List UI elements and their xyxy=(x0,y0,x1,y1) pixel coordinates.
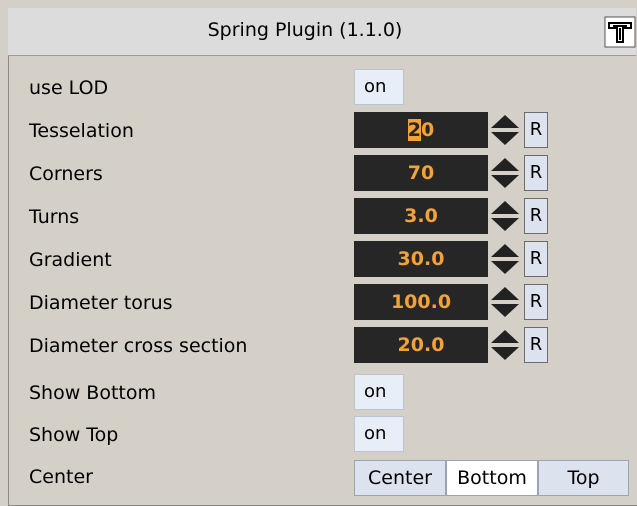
center-label: Center xyxy=(29,466,93,488)
center-option-top[interactable]: Top xyxy=(538,460,629,496)
diameter-cross-section-reset-button[interactable]: R xyxy=(524,327,548,363)
diameter-cross-section-spinner-arrows-icon[interactable] xyxy=(489,327,522,363)
turns-spinner-arrows-icon[interactable] xyxy=(489,198,522,234)
show-bottom-label: Show Bottom xyxy=(29,382,156,404)
diameter-torus-spinner-arrows-icon[interactable] xyxy=(489,284,522,320)
diameter-cross-section-label: Diameter cross section xyxy=(29,335,248,357)
center-option-center[interactable]: Center xyxy=(354,460,446,496)
show-top-toggle[interactable]: on xyxy=(354,416,404,452)
gradient-label: Gradient xyxy=(29,249,112,271)
window-title: Spring Plugin (1.1.0) xyxy=(207,19,403,41)
tesselation-value-post: 0 xyxy=(421,119,435,141)
corners-reset-button[interactable]: R xyxy=(524,155,548,191)
parameter-panel: use LOD on Tesselation 20 R Corners 70 R… xyxy=(8,56,637,506)
turns-input[interactable]: 3.0 xyxy=(354,198,488,234)
gradient-spinner-arrows-icon[interactable] xyxy=(489,241,522,277)
tesselation-label: Tesselation xyxy=(29,120,134,142)
gradient-input[interactable]: 30.0 xyxy=(354,241,488,277)
use-lod-label: use LOD xyxy=(29,77,109,99)
corners-label: Corners xyxy=(29,163,103,185)
tesselation-spinner-arrows-icon[interactable] xyxy=(489,112,522,148)
show-top-label: Show Top xyxy=(29,424,119,446)
corners-input[interactable]: 70 xyxy=(354,155,488,191)
corners-spinner-arrows-icon[interactable] xyxy=(489,155,522,191)
title-bar: Spring Plugin (1.1.0) xyxy=(8,8,636,56)
tesselation-value-selected: 2 xyxy=(407,119,421,141)
show-bottom-toggle[interactable]: on xyxy=(354,374,404,410)
center-option-bottom[interactable]: Bottom xyxy=(446,460,538,496)
use-lod-toggle[interactable]: on xyxy=(354,69,404,105)
diameter-torus-input[interactable]: 100.0 xyxy=(354,284,488,320)
tesselation-reset-button[interactable]: R xyxy=(524,112,548,148)
gradient-reset-button[interactable]: R xyxy=(524,241,548,277)
diameter-cross-section-input[interactable]: 20.0 xyxy=(354,327,488,363)
diameter-torus-reset-button[interactable]: R xyxy=(524,284,548,320)
plugin-icon[interactable] xyxy=(604,16,636,48)
diameter-torus-label: Diameter torus xyxy=(29,292,173,314)
tesselation-input[interactable]: 20 xyxy=(354,112,488,148)
turns-label: Turns xyxy=(29,206,80,228)
turns-reset-button[interactable]: R xyxy=(524,198,548,234)
